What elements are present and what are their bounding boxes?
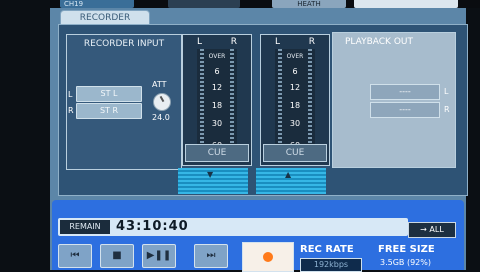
- record-button[interactable]: [242, 242, 294, 272]
- top-tab-right[interactable]: HEATH: [272, 0, 346, 8]
- meter1-tick-30: 30: [211, 119, 223, 128]
- input-label-r: R: [68, 106, 74, 115]
- meter2-over: OVER: [286, 53, 304, 60]
- meter1-tick-6: 6: [214, 67, 220, 76]
- play-pause-icon: ▶❚❚: [146, 250, 172, 261]
- top-tab-blank[interactable]: [168, 0, 240, 8]
- all-button[interactable]: → ALL: [408, 222, 456, 238]
- rec-rate-label: REC RATE: [300, 244, 354, 255]
- fast-forward-icon: ⏭: [206, 250, 216, 261]
- stop-button[interactable]: ■: [100, 244, 134, 268]
- tab-recorder[interactable]: RECORDER: [60, 10, 150, 25]
- remain-time: 43:10:40: [116, 219, 189, 234]
- att-knob[interactable]: [153, 93, 171, 111]
- rewind-button[interactable]: ⏮: [58, 244, 92, 268]
- remain-label: REMAIN: [60, 220, 110, 234]
- playback-out-title: PLAYBACK OUT: [345, 37, 413, 47]
- meter1-tick-18: 18: [211, 101, 223, 110]
- output-r-button[interactable]: ----: [370, 102, 440, 118]
- att-value: 24.0: [152, 113, 170, 122]
- free-size-label: FREE SIZE: [378, 244, 435, 255]
- record-icon: [263, 252, 273, 262]
- meter2-tick-18: 18: [289, 101, 301, 110]
- input-st-l-button[interactable]: ST L: [76, 86, 142, 102]
- playback-out-box: PLAYBACK OUT: [332, 32, 456, 168]
- knob-indicator: [159, 95, 165, 103]
- fast-forward-button[interactable]: ⏭: [194, 244, 228, 268]
- meter1-label-r: R: [230, 37, 237, 47]
- output-label-l: L: [444, 87, 449, 96]
- arrow-down-icon: ▼: [207, 170, 214, 179]
- meter2-label-r: R: [308, 37, 315, 47]
- input-st-r-button[interactable]: ST R: [76, 103, 142, 119]
- meter2-label-l: L: [275, 37, 281, 47]
- recorder-input-title: RECORDER INPUT: [83, 39, 165, 49]
- meter2-tick-30: 30: [289, 119, 301, 128]
- remain-strip: [58, 218, 408, 236]
- meter1-tick-12: 12: [211, 83, 223, 92]
- output-l-button[interactable]: ----: [370, 84, 440, 100]
- cue-button-1[interactable]: CUE: [185, 144, 249, 162]
- input-label-l: L: [68, 90, 73, 99]
- channel-tab[interactable]: CH19: [60, 0, 134, 8]
- att-label: ATT: [152, 80, 167, 89]
- meter1-over: OVER: [208, 53, 226, 60]
- cue-button-2[interactable]: CUE: [263, 144, 327, 162]
- top-tab-far[interactable]: [354, 0, 458, 8]
- rewind-icon: ⏮: [70, 250, 80, 261]
- free-size-value: 3.5GB (92%): [380, 258, 431, 267]
- meter2-arrow-bar[interactable]: ▲: [256, 168, 326, 194]
- stop-icon: ■: [112, 250, 122, 261]
- play-pause-button[interactable]: ▶❚❚: [142, 244, 176, 268]
- meter1-arrow-bar[interactable]: ▼: [178, 168, 248, 194]
- output-label-r: R: [444, 105, 450, 114]
- meter2-tick-12: 12: [289, 83, 301, 92]
- meter2-tick-6: 6: [292, 67, 298, 76]
- meter1-label-l: L: [197, 37, 203, 47]
- arrow-up-icon: ▲: [285, 170, 292, 179]
